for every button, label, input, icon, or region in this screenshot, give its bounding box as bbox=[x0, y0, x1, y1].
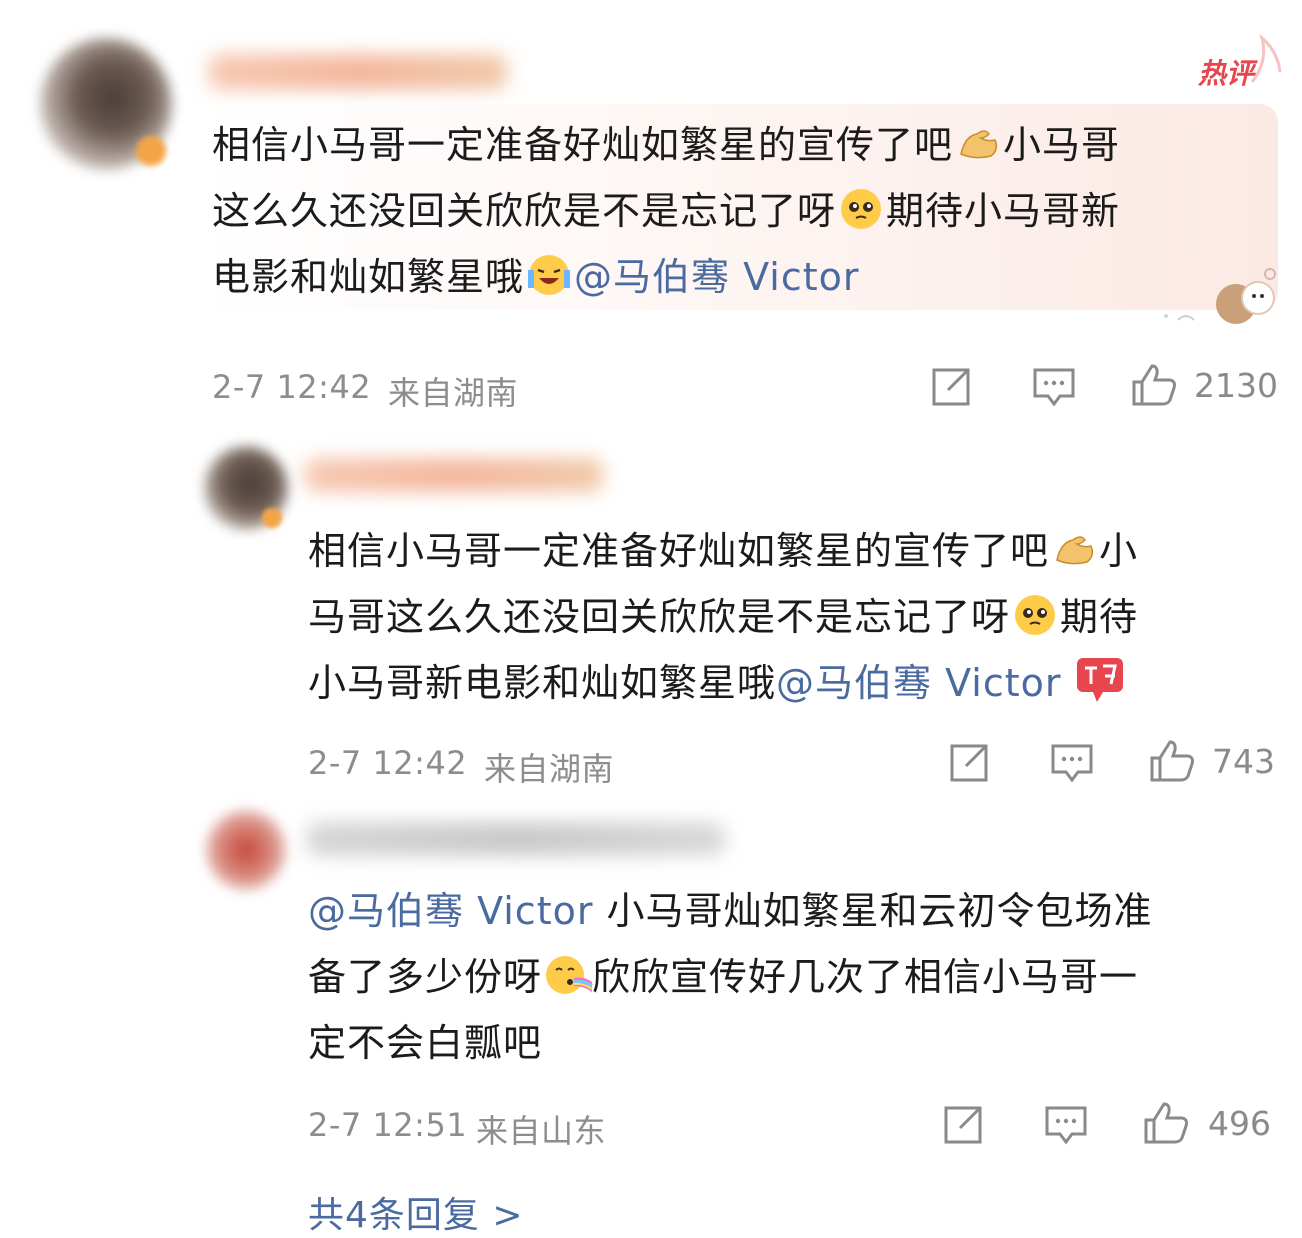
comment-icon[interactable] bbox=[1032, 366, 1076, 408]
comment-time: 2-7 12:42 bbox=[308, 744, 468, 782]
mention-link[interactable]: @马伯骞 Victor bbox=[308, 889, 593, 933]
comment-text: 相信小马哥一定准备好灿如繁星的宣传了吧 小马哥 这么久还没回关欣欣是不是忘记了呀期… bbox=[212, 112, 1272, 310]
comment-text: @马伯骞 Victor 小马哥灿如繁星和云初令包场准 备了多少份呀 欣欣宣传好几次… bbox=[308, 889, 1153, 1065]
pleading-face-icon bbox=[1012, 592, 1058, 638]
mention-link[interactable]: @马伯骞 Victor bbox=[574, 255, 859, 299]
like-icon[interactable] bbox=[1148, 738, 1196, 784]
comment-time: 2-7 12:42 bbox=[212, 368, 372, 406]
rainbow-kiss-face-icon bbox=[544, 952, 593, 998]
like-count: 743 bbox=[1212, 742, 1275, 781]
flexed-biceps-icon bbox=[1051, 526, 1097, 572]
like-count: 2130 bbox=[1194, 366, 1278, 405]
comment-time: 2-7 12:51 bbox=[308, 1106, 468, 1144]
like-count: 496 bbox=[1208, 1104, 1271, 1143]
like-icon[interactable] bbox=[1130, 362, 1178, 408]
bunny-sticker-icon bbox=[1164, 268, 1276, 324]
pleading-face-icon bbox=[838, 186, 884, 232]
comment-icon[interactable] bbox=[1044, 1104, 1088, 1146]
crying-laughing-icon bbox=[526, 252, 572, 298]
comment-location: 来自湖南 bbox=[484, 750, 615, 788]
flame-decoration-icon bbox=[1250, 33, 1282, 83]
username[interactable] bbox=[306, 822, 726, 856]
comment-location: 来自湖南 bbox=[388, 374, 519, 412]
avatar[interactable] bbox=[206, 810, 286, 890]
hot-comment-badge: 热评 bbox=[1198, 57, 1255, 90]
username[interactable] bbox=[208, 54, 508, 90]
view-replies-link[interactable]: 共4条回复 > bbox=[308, 1186, 524, 1238]
share-icon[interactable] bbox=[948, 742, 990, 784]
comment-text: 相信小马哥一定准备好灿如繁星的宣传了吧小 马哥这么久还没回关欣欣是不是忘记了呀期… bbox=[308, 518, 1278, 716]
flexed-biceps-icon bbox=[955, 120, 1001, 166]
like-icon[interactable] bbox=[1142, 1100, 1190, 1146]
username[interactable] bbox=[304, 458, 604, 492]
share-icon[interactable] bbox=[942, 1104, 984, 1146]
avatar-badge-icon bbox=[262, 508, 282, 528]
go-badge-icon bbox=[1075, 654, 1124, 702]
share-icon[interactable] bbox=[930, 366, 972, 408]
mention-link[interactable]: @马伯骞 Victor bbox=[776, 661, 1061, 705]
comment-location: 来自山东 bbox=[476, 1112, 607, 1150]
avatar-badge-icon bbox=[136, 136, 166, 166]
comment-icon[interactable] bbox=[1050, 742, 1094, 784]
